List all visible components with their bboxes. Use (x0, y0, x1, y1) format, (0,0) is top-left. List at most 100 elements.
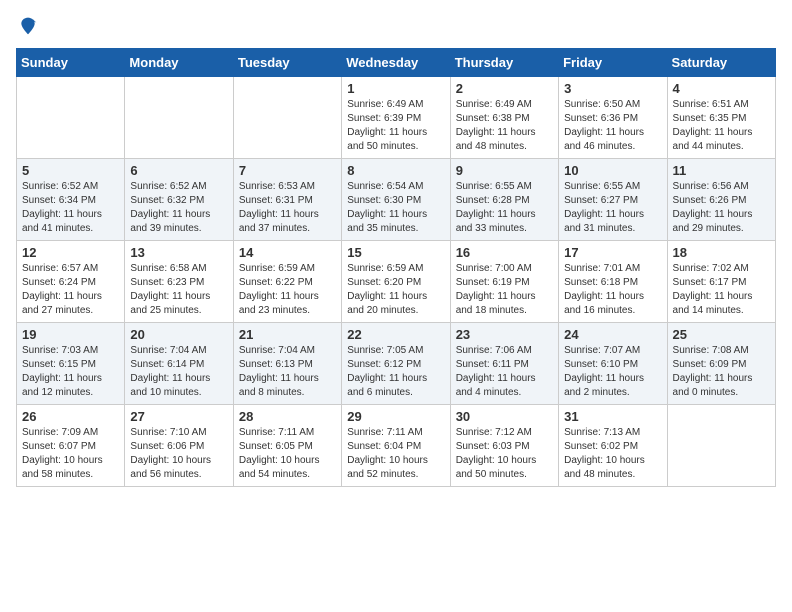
calendar-day-21: 21 Sunrise: 7:04 AM Sunset: 6:13 PM Dayli… (233, 323, 341, 405)
calendar-empty-cell (125, 77, 233, 159)
day-number: 4 (673, 81, 770, 96)
logo-icon (18, 16, 38, 36)
calendar-empty-cell (233, 77, 341, 159)
day-number: 21 (239, 327, 336, 342)
calendar-day-1: 1Sunrise: 6:49 AM Sunset: 6:39 PM Daylig… (342, 77, 450, 159)
day-number: 19 (22, 327, 119, 342)
day-number: 22 (347, 327, 444, 342)
day-info: Sunrise: 7:04 AM Sunset: 6:13 PM Dayligh… (239, 344, 336, 400)
day-info: Sunrise: 7:02 AM Sunset: 6:17 PM Dayligh… (673, 262, 770, 318)
calendar-day-26: 26 Sunrise: 7:09 AM Sunset: 6:07 PM Dayli… (17, 405, 125, 487)
day-number: 13 (130, 245, 227, 260)
calendar-day-27: 27 Sunrise: 7:10 AM Sunset: 6:06 PM Dayli… (125, 405, 233, 487)
day-number: 17 (564, 245, 661, 260)
day-info: Sunrise: 6:55 AM Sunset: 6:28 PM Dayligh… (456, 180, 553, 236)
calendar-day-24: 24 Sunrise: 7:07 AM Sunset: 6:10 PM Dayli… (559, 323, 667, 405)
day-info: Sunrise: 7:10 AM Sunset: 6:06 PM Dayligh… (130, 426, 227, 482)
day-number: 2 (456, 81, 553, 96)
day-number: 7 (239, 163, 336, 178)
calendar-day-11: 11 Sunrise: 6:56 AM Sunset: 6:26 PM Dayli… (667, 159, 775, 241)
calendar-day-18: 18 Sunrise: 7:02 AM Sunset: 6:17 PM Dayli… (667, 241, 775, 323)
day-info: Sunrise: 7:00 AM Sunset: 6:19 PM Dayligh… (456, 262, 553, 318)
calendar-empty-cell (667, 405, 775, 487)
calendar-day-6: 6 Sunrise: 6:52 AM Sunset: 6:32 PM Daylig… (125, 159, 233, 241)
day-info: Sunrise: 7:11 AM Sunset: 6:05 PM Dayligh… (239, 426, 336, 482)
calendar-day-13: 13Sunrise: 6:58 AM Sunset: 6:23 PM Dayli… (125, 241, 233, 323)
calendar-day-22: 22 Sunrise: 7:05 AM Sunset: 6:12 PM Dayli… (342, 323, 450, 405)
day-number: 9 (456, 163, 553, 178)
day-number: 6 (130, 163, 227, 178)
day-number: 30 (456, 409, 553, 424)
day-info: Sunrise: 6:50 AM Sunset: 6:36 PM Dayligh… (564, 98, 661, 154)
calendar-day-3: 3 Sunrise: 6:50 AM Sunset: 6:36 PM Daylig… (559, 77, 667, 159)
calendar-day-9: 9 Sunrise: 6:55 AM Sunset: 6:28 PM Daylig… (450, 159, 558, 241)
day-number: 20 (130, 327, 227, 342)
calendar-day-25: 25Sunrise: 7:08 AM Sunset: 6:09 PM Dayli… (667, 323, 775, 405)
calendar-week-row: 1Sunrise: 6:49 AM Sunset: 6:39 PM Daylig… (17, 77, 776, 159)
day-info: Sunrise: 7:06 AM Sunset: 6:11 PM Dayligh… (456, 344, 553, 400)
day-header-tuesday: Tuesday (233, 49, 341, 77)
day-info: Sunrise: 6:59 AM Sunset: 6:20 PM Dayligh… (347, 262, 444, 318)
calendar-day-10: 10 Sunrise: 6:55 AM Sunset: 6:27 PM Dayli… (559, 159, 667, 241)
day-number: 24 (564, 327, 661, 342)
calendar-day-19: 19 Sunrise: 7:03 AM Sunset: 6:15 PM Dayli… (17, 323, 125, 405)
calendar-day-28: 28 Sunrise: 7:11 AM Sunset: 6:05 PM Dayli… (233, 405, 341, 487)
day-header-wednesday: Wednesday (342, 49, 450, 77)
day-number: 1 (347, 81, 444, 96)
day-number: 31 (564, 409, 661, 424)
calendar-day-29: 29Sunrise: 7:11 AM Sunset: 6:04 PM Dayli… (342, 405, 450, 487)
page-header (16, 16, 776, 36)
day-header-friday: Friday (559, 49, 667, 77)
day-info: Sunrise: 7:11 AM Sunset: 6:04 PM Dayligh… (347, 426, 444, 482)
day-number: 28 (239, 409, 336, 424)
calendar-day-31: 31 Sunrise: 7:13 AM Sunset: 6:02 PM Dayli… (559, 405, 667, 487)
day-number: 27 (130, 409, 227, 424)
day-info: Sunrise: 7:07 AM Sunset: 6:10 PM Dayligh… (564, 344, 661, 400)
calendar-day-12: 12 Sunrise: 6:57 AM Sunset: 6:24 PM Dayli… (17, 241, 125, 323)
day-number: 26 (22, 409, 119, 424)
day-number: 10 (564, 163, 661, 178)
calendar-day-14: 14Sunrise: 6:59 AM Sunset: 6:22 PM Dayli… (233, 241, 341, 323)
calendar-week-row: 26 Sunrise: 7:09 AM Sunset: 6:07 PM Dayli… (17, 405, 776, 487)
day-number: 16 (456, 245, 553, 260)
day-info: Sunrise: 7:08 AM Sunset: 6:09 PM Dayligh… (673, 344, 770, 400)
day-info: Sunrise: 7:01 AM Sunset: 6:18 PM Dayligh… (564, 262, 661, 318)
calendar-empty-cell (17, 77, 125, 159)
calendar-table: SundayMondayTuesdayWednesdayThursdayFrid… (16, 48, 776, 487)
calendar-week-row: 5Sunrise: 6:52 AM Sunset: 6:34 PM Daylig… (17, 159, 776, 241)
day-header-thursday: Thursday (450, 49, 558, 77)
calendar-day-8: 8 Sunrise: 6:54 AM Sunset: 6:30 PM Daylig… (342, 159, 450, 241)
day-info: Sunrise: 7:04 AM Sunset: 6:14 PM Dayligh… (130, 344, 227, 400)
calendar-day-16: 16 Sunrise: 7:00 AM Sunset: 6:19 PM Dayli… (450, 241, 558, 323)
day-number: 18 (673, 245, 770, 260)
day-number: 14 (239, 245, 336, 260)
calendar-header-row: SundayMondayTuesdayWednesdayThursdayFrid… (17, 49, 776, 77)
calendar-day-17: 17 Sunrise: 7:01 AM Sunset: 6:18 PM Dayli… (559, 241, 667, 323)
day-info: Sunrise: 6:56 AM Sunset: 6:26 PM Dayligh… (673, 180, 770, 236)
day-info: Sunrise: 6:52 AM Sunset: 6:32 PM Dayligh… (130, 180, 227, 236)
day-info: Sunrise: 6:54 AM Sunset: 6:30 PM Dayligh… (347, 180, 444, 236)
calendar-day-4: 4 Sunrise: 6:51 AM Sunset: 6:35 PM Daylig… (667, 77, 775, 159)
day-info: Sunrise: 7:09 AM Sunset: 6:07 PM Dayligh… (22, 426, 119, 482)
day-header-saturday: Saturday (667, 49, 775, 77)
day-info: Sunrise: 6:57 AM Sunset: 6:24 PM Dayligh… (22, 262, 119, 318)
day-number: 11 (673, 163, 770, 178)
day-number: 3 (564, 81, 661, 96)
day-number: 8 (347, 163, 444, 178)
calendar-day-2: 2Sunrise: 6:49 AM Sunset: 6:38 PM Daylig… (450, 77, 558, 159)
calendar-week-row: 19 Sunrise: 7:03 AM Sunset: 6:15 PM Dayli… (17, 323, 776, 405)
day-info: Sunrise: 7:12 AM Sunset: 6:03 PM Dayligh… (456, 426, 553, 482)
calendar-day-7: 7 Sunrise: 6:53 AM Sunset: 6:31 PM Daylig… (233, 159, 341, 241)
day-info: Sunrise: 6:55 AM Sunset: 6:27 PM Dayligh… (564, 180, 661, 236)
day-header-monday: Monday (125, 49, 233, 77)
calendar-day-15: 15 Sunrise: 6:59 AM Sunset: 6:20 PM Dayli… (342, 241, 450, 323)
day-number: 12 (22, 245, 119, 260)
day-info: Sunrise: 7:03 AM Sunset: 6:15 PM Dayligh… (22, 344, 119, 400)
day-info: Sunrise: 7:05 AM Sunset: 6:12 PM Dayligh… (347, 344, 444, 400)
day-info: Sunrise: 7:13 AM Sunset: 6:02 PM Dayligh… (564, 426, 661, 482)
logo (16, 16, 38, 36)
day-info: Sunrise: 6:53 AM Sunset: 6:31 PM Dayligh… (239, 180, 336, 236)
day-number: 5 (22, 163, 119, 178)
day-number: 15 (347, 245, 444, 260)
day-info: Sunrise: 6:51 AM Sunset: 6:35 PM Dayligh… (673, 98, 770, 154)
